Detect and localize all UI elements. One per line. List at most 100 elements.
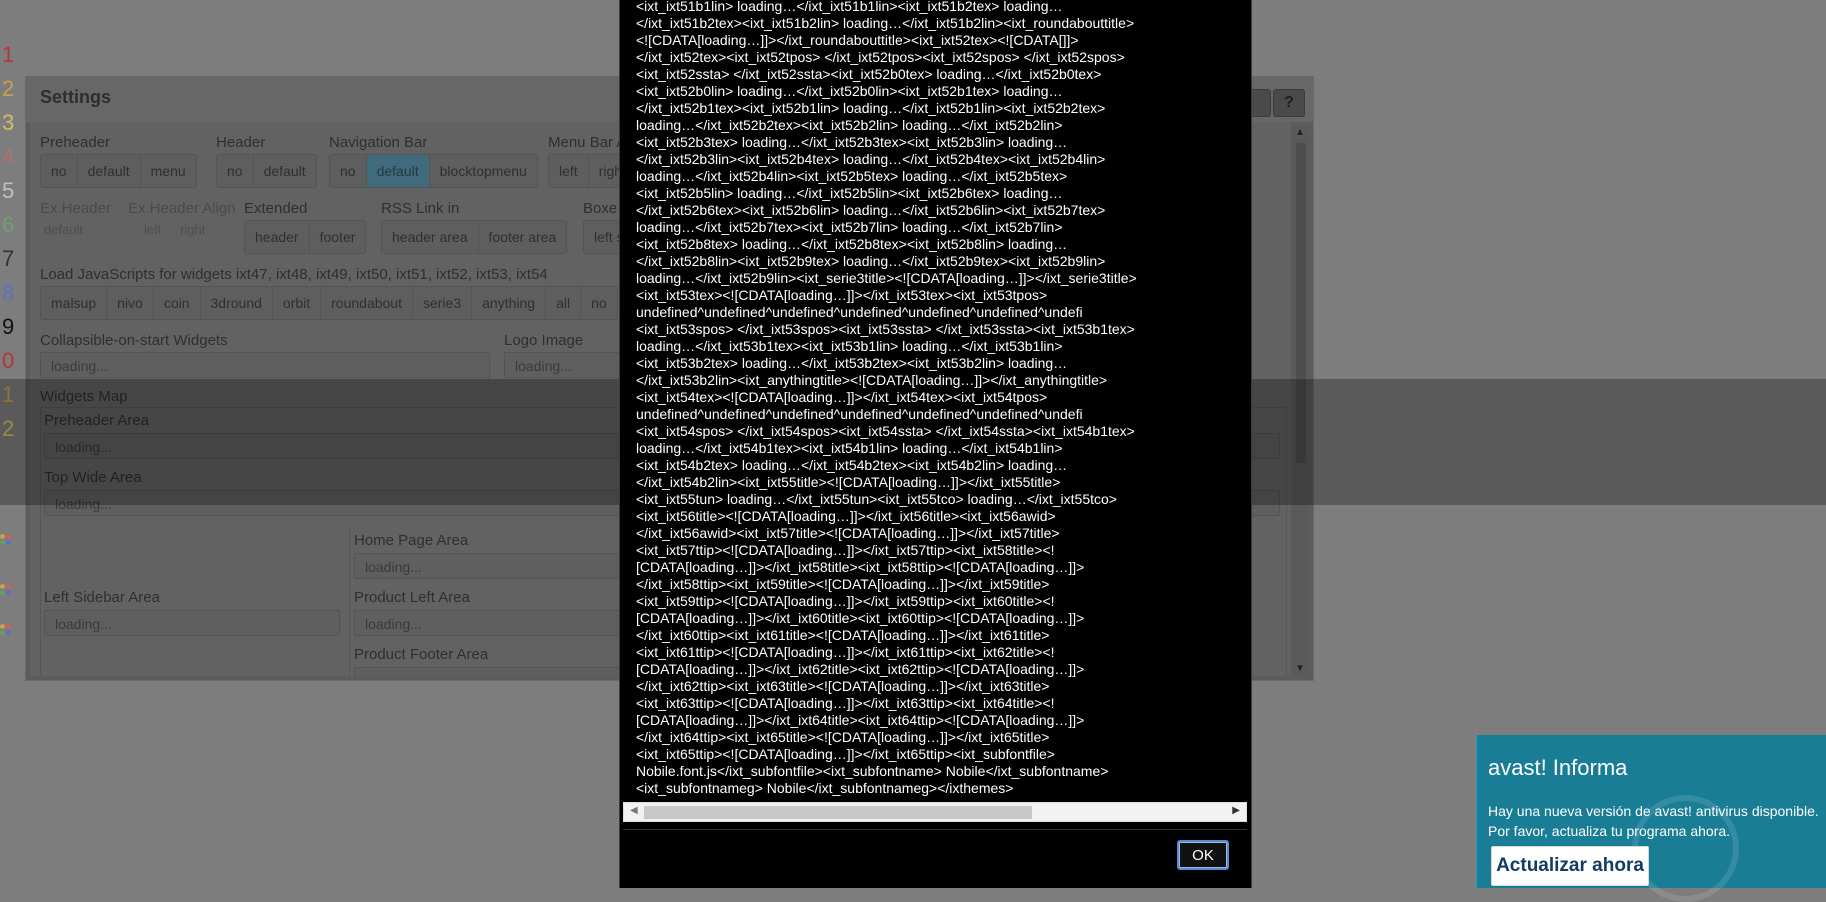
scroll-right-icon[interactable]: ▶ [1232, 805, 1240, 816]
ex-header-align-label: Ex.Header Align [128, 200, 236, 217]
update-now-button[interactable]: Actualizar ahora [1491, 846, 1649, 886]
preheader-segmented[interactable]: no default menu [40, 154, 197, 188]
header-label: Header [216, 134, 266, 151]
segment-option[interactable]: footer area [478, 221, 567, 253]
xml-output-dialog: <ixt_ixt51b1lin> loading…</ixt_ixt51b1li… [619, 0, 1252, 888]
segment-option[interactable]: orbit [272, 287, 322, 319]
segment-option[interactable]: default [366, 155, 430, 187]
product-left-area-input[interactable]: loading... [354, 610, 634, 636]
line-number: 2 [2, 76, 15, 101]
rss-link-label: RSS Link in [381, 200, 460, 217]
segment-option[interactable]: menu [140, 155, 196, 187]
code-line: <ixt_ixt57ttip><![CDATA[loading…]]></ixt… [636, 542, 1055, 558]
segment-option[interactable]: default [77, 155, 141, 187]
column-divider [349, 525, 350, 676]
segment-option[interactable]: blocktopmenu [429, 155, 537, 187]
palette-dots-icon [0, 584, 14, 604]
segment-option[interactable]: roundabout [321, 287, 413, 319]
code-line: undefined^undefined^undefined^undefined^… [636, 406, 1083, 422]
segment-option[interactable]: 3dround [200, 287, 273, 319]
segment-option[interactable]: no [330, 155, 367, 187]
ex-header-align-left: left [144, 222, 162, 237]
segment-option[interactable]: no [217, 155, 254, 187]
code-line: </ixt_ixt62ttip><ixt_ixt63title><![CDATA… [636, 678, 1050, 694]
navigation-bar-label: Navigation Bar [329, 134, 428, 151]
segment-option[interactable]: header area [382, 221, 479, 253]
line-number: 9 [2, 314, 15, 339]
code-line: <ixt_ixt53spos> </ixt_ixt53spos><ixt_ixt… [636, 321, 1135, 337]
preheader-label: Preheader [40, 134, 111, 151]
code-line: <ixt_ixt61ttip><![CDATA[loading…]]></ixt… [636, 644, 1055, 660]
navigation-bar-segmented[interactable]: no default blocktopmenu [329, 154, 538, 188]
scroll-left-icon[interactable]: ◀ [630, 805, 638, 816]
horizontal-scrollbar[interactable]: ◀ ▶ [623, 802, 1247, 822]
menu-bar-label: Menu Bar A [548, 134, 627, 151]
scroll-down-icon[interactable]: ▼ [1295, 663, 1305, 674]
line-number: 7 [2, 246, 15, 271]
code-line: </ixt_ixt52b1tex><ixt_ixt52b1lin> loadin… [636, 100, 1106, 116]
palette-dots-icon [0, 624, 14, 644]
home-page-area-label: Home Page Area [354, 532, 469, 549]
code-line: <ixt_ixt55tun> loading…</ixt_ixt55tun><i… [636, 491, 1117, 507]
line-number: 3 [2, 110, 15, 135]
line-number: 0 [2, 348, 15, 373]
code-line: <ixt_ixt52b8tex> loading…</ixt_ixt52b8te… [636, 236, 1068, 252]
code-line: <ixt_ixt53b2tex> loading…</ixt_ixt53b2te… [636, 355, 1068, 371]
code-line: loading…</ixt_ixt54b1tex><ixt_ixt54b1lin… [636, 440, 1063, 456]
horizontal-scroll-thumb[interactable] [644, 806, 1032, 819]
header-segmented[interactable]: no default [216, 154, 317, 188]
segment-option[interactable]: serie3 [412, 287, 473, 319]
load-js-segmented[interactable]: malsup nivo coin 3dround orbit roundabout seri… [40, 286, 618, 320]
segment-option[interactable]: anything [472, 287, 547, 319]
code-line: </ixt_ixt52tex><ixt_ixt52tpos> </ixt_ixt… [636, 49, 1125, 65]
code-line: <ixt_ixt53tex><![CDATA[loading…]]></ixt_… [636, 287, 1048, 303]
code-line: </ixt_ixt51b2tex><ixt_ixt51b2lin> loadin… [636, 15, 1135, 31]
segment-option[interactable]: no [41, 155, 78, 187]
code-line: <ixt_ixt52b3tex> loading…</ixt_ixt52b3te… [636, 134, 1068, 150]
code-line: loading…</ixt_ixt52b4lin><ixt_ixt52b5tex… [636, 168, 1068, 184]
help-button[interactable]: ? [1273, 89, 1305, 117]
home-page-area-input[interactable]: loading... [354, 553, 634, 579]
extended-segmented[interactable]: header footer [244, 220, 367, 254]
segment-option[interactable]: default [253, 155, 316, 187]
code-line: <ixt_ixt52b0lin> loading…</ixt_ixt52b0li… [636, 83, 1063, 99]
code-line: <ixt_ixt52b5lin> loading…</ixt_ixt52b5li… [636, 185, 1063, 201]
segment-option[interactable]: coin [153, 287, 201, 319]
line-number: 6 [2, 212, 15, 237]
code-line: loading…</ixt_ixt52b7tex><ixt_ixt52b7lin… [636, 219, 1063, 235]
code-line: <![CDATA[loading…]]></ixt_roundabouttitl… [636, 32, 1079, 48]
segment-option[interactable]: header [245, 221, 310, 253]
extended-label: Extended [244, 200, 308, 217]
code-line: </ixt_ixt56awid><ixt_ixt57title><![CDATA… [636, 525, 1060, 541]
collapsible-label: Collapsible-on-start Widgets [40, 332, 228, 349]
code-line: </ixt_ixt52b3lin><ixt_ixt52b4tex> loadin… [636, 151, 1106, 167]
product-footer-area-input[interactable]: loading... [354, 667, 634, 676]
ex-header-align-right: right [180, 222, 206, 237]
logo-image-input[interactable]: loading... [504, 352, 624, 378]
code-line: <ixt_ixt65ttip><![CDATA[loading…]]></ixt… [636, 746, 1055, 762]
segment-option[interactable]: no [581, 287, 617, 319]
palette-dots-icon [0, 534, 14, 554]
code-line: </ixt_ixt52b6tex><ixt_ixt52b6lin> loadin… [636, 202, 1106, 218]
code-line: <ixt_ixt51b1lin> loading…</ixt_ixt51b1li… [636, 0, 1063, 14]
product-left-area-label: Product Left Area [354, 589, 470, 606]
code-line: Nobile.font.js</ixt_subfontfile><ixt_sub… [636, 763, 1109, 779]
logo-image-label: Logo Image [504, 332, 584, 349]
scroll-up-icon[interactable]: ▲ [1295, 127, 1305, 138]
segment-option[interactable]: malsup [41, 287, 108, 319]
code-line: </ixt_ixt64ttip><ixt_ixt65title><![CDATA… [636, 729, 1050, 745]
collapsible-input[interactable]: loading... [40, 352, 490, 378]
left-sidebar-area-label: Left Sidebar Area [44, 589, 160, 606]
segment-option[interactable]: nivo [107, 287, 154, 319]
code-line: loading…</ixt_ixt52b9lin><ixt_serie3titl… [636, 270, 1137, 286]
left-sidebar-area-input[interactable]: loading... [44, 610, 340, 636]
ex-header-label: Ex.Header [40, 200, 111, 217]
code-line: <ixt_ixt54spos> </ixt_ixt54spos><ixt_ixt… [636, 423, 1135, 439]
segment-option[interactable]: all [546, 287, 582, 319]
code-line: <ixt_ixt59ttip><![CDATA[loading…]]></ixt… [636, 593, 1055, 609]
segment-option[interactable]: left [549, 155, 589, 187]
ok-button[interactable]: OK [1177, 840, 1229, 870]
rss-link-segmented[interactable]: header area footer area [381, 220, 568, 254]
segment-option[interactable]: footer [309, 221, 366, 253]
code-line: </ixt_ixt60ttip><ixt_ixt61title><![CDATA… [636, 627, 1050, 643]
